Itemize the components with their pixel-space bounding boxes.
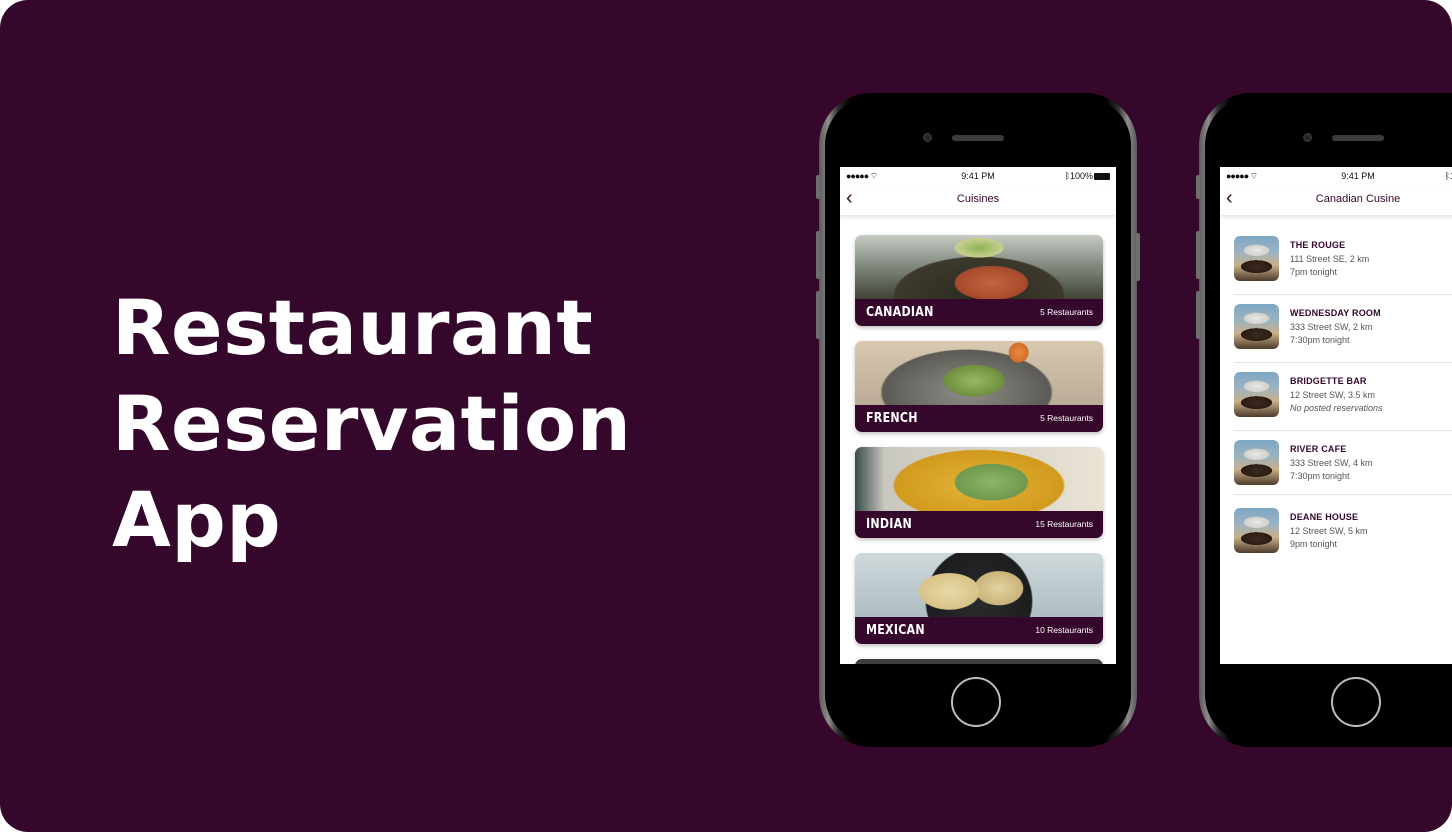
restaurant-address: 12 Street SW, 5 km <box>1290 526 1368 536</box>
home-button[interactable] <box>951 677 1001 727</box>
reservation-time: 7:30pm tonight <box>1290 335 1350 345</box>
list-divider <box>1234 294 1452 295</box>
status-bar: ●●●●● ⌔ 9:41 PM ᛒ100% <box>1220 167 1452 185</box>
restaurant-thumbnail <box>1234 508 1279 553</box>
cuisine-card-bar: INDIAN 15 Restaurants <box>855 511 1103 538</box>
cuisine-photo <box>855 553 1103 617</box>
restaurant-count: 15 Restaurants <box>1035 519 1093 529</box>
list-divider <box>1234 494 1452 495</box>
restaurant-thumbnail <box>1234 372 1279 417</box>
camera-icon <box>923 133 932 142</box>
reservation-time: 7:30pm tonight <box>1290 471 1350 481</box>
power-button <box>1136 233 1140 281</box>
cuisine-name: FRENCH <box>866 411 918 426</box>
restaurant-count: 10 Restaurants <box>1035 625 1093 635</box>
cuisine-card-bar: CANADIAN 5 Restaurants <box>855 299 1103 326</box>
reservation-time: 7pm tonight <box>1290 267 1338 277</box>
restaurant-address: 333 Street SW, 4 km <box>1290 458 1373 468</box>
restaurant-count: 5 Restaurants <box>1040 307 1093 317</box>
speaker-grille <box>952 135 1004 141</box>
cuisine-photo <box>855 659 1103 664</box>
restaurant-list-item[interactable]: BRIDGETTE BAR 12 Street SW, 3.5 km No po… <box>1234 372 1452 436</box>
volume-down-button <box>816 291 820 339</box>
list-divider <box>1234 362 1452 363</box>
status-time: 9:41 PM <box>1341 171 1375 181</box>
cuisine-photo <box>855 341 1103 405</box>
nav-bar: ‹ Canadian Cusine <box>1220 185 1452 215</box>
phone-body: ●●●●● ⌔ 9:41 PM ᛒ100% ‹ Cuisines CANADIA… <box>825 97 1131 743</box>
volume-down-button <box>1196 291 1200 339</box>
phone-restaurants: ●●●●● ⌔ 9:41 PM ᛒ100% ‹ Canadian Cusine … <box>1196 93 1452 747</box>
cuisine-card-next[interactable] <box>855 659 1103 664</box>
mute-switch <box>816 175 820 199</box>
list-divider <box>1234 430 1452 431</box>
cuisine-photo <box>855 235 1103 299</box>
promo-canvas: Restaurant Reservation App ●●●●● ⌔ 9:41 … <box>0 0 1452 832</box>
cuisine-card-bar: MEXICAN 10 Restaurants <box>855 617 1103 644</box>
restaurant-name: BRIDGETTE BAR <box>1290 376 1367 386</box>
restaurant-name: THE ROUGE <box>1290 240 1346 250</box>
volume-up-button <box>816 231 820 279</box>
nav-bar: ‹ Cuisines <box>840 185 1116 215</box>
status-right: ᛒ100% <box>1445 171 1452 181</box>
cuisine-card-indian[interactable]: INDIAN 15 Restaurants <box>855 447 1103 538</box>
cuisine-name: MEXICAN <box>866 623 925 638</box>
cuisine-name: CANADIAN <box>866 305 934 320</box>
restaurant-thumbnail <box>1234 440 1279 485</box>
phone-cuisines: ●●●●● ⌔ 9:41 PM ᛒ100% ‹ Cuisines CANADIA… <box>816 93 1140 747</box>
status-bar: ●●●●● ⌔ 9:41 PM ᛒ100% <box>840 167 1116 185</box>
restaurant-name: DEANE HOUSE <box>1290 512 1359 522</box>
restaurants-screen: ●●●●● ⌔ 9:41 PM ᛒ100% ‹ Canadian Cusine … <box>1220 167 1452 664</box>
reservation-time: No posted reservations <box>1290 403 1383 413</box>
page-title: Cuisines <box>956 193 1000 205</box>
hero-title-line-2: Reservation <box>112 379 632 468</box>
cuisine-card-bar: FRENCH 5 Restaurants <box>855 405 1103 432</box>
battery-percent: 100% <box>1069 171 1093 181</box>
restaurant-list-item[interactable]: WEDNESDAY ROOM 333 Street SW, 2 km 7:30p… <box>1234 304 1452 368</box>
hero-title: Restaurant Reservation App <box>112 280 672 568</box>
restaurant-address: 12 Street SW, 3.5 km <box>1290 390 1376 400</box>
cuisine-card-french[interactable]: FRENCH 5 Restaurants <box>855 341 1103 432</box>
restaurant-thumbnail <box>1234 304 1279 349</box>
cuisines-screen: ●●●●● ⌔ 9:41 PM ᛒ100% ‹ Cuisines CANADIA… <box>840 167 1116 664</box>
restaurant-count: 5 Restaurants <box>1040 413 1093 423</box>
cuisine-card-canadian[interactable]: CANADIAN 5 Restaurants <box>855 235 1103 326</box>
status-right: ᛒ100% <box>1065 171 1110 181</box>
restaurant-address: 111 Street SE, 2 km <box>1290 254 1370 264</box>
mute-switch <box>1196 175 1200 199</box>
cuisine-photo <box>855 447 1103 511</box>
cuisine-card-mexican[interactable]: MEXICAN 10 Restaurants <box>855 553 1103 644</box>
page-title: Canadian Cusine <box>1315 193 1401 205</box>
restaurant-list-item[interactable]: RIVER CAFE 333 Street SW, 4 km 7:30pm to… <box>1234 440 1452 504</box>
speaker-grille <box>1332 135 1384 141</box>
camera-icon <box>1303 133 1312 142</box>
hero-title-line-3: App <box>112 475 282 564</box>
hero-title-line-1: Restaurant <box>112 283 594 372</box>
restaurant-name: RIVER CAFE <box>1290 444 1347 454</box>
battery-icon <box>1094 173 1110 181</box>
phone-body: ●●●●● ⌔ 9:41 PM ᛒ100% ‹ Canadian Cusine … <box>1205 97 1452 743</box>
home-button[interactable] <box>1331 677 1381 727</box>
restaurant-name: WEDNESDAY ROOM <box>1290 308 1381 318</box>
restaurant-address: 333 Street SW, 2 km <box>1290 322 1373 332</box>
reservation-time: 9pm tonight <box>1290 539 1338 549</box>
cuisine-name: INDIAN <box>866 517 912 532</box>
volume-up-button <box>1196 231 1200 279</box>
restaurant-list-item[interactable]: DEANE HOUSE 12 Street SW, 5 km 9pm tonig… <box>1234 508 1452 572</box>
restaurant-list-item[interactable]: THE ROUGE 111 Street SE, 2 km 7pm tonigh… <box>1234 236 1452 300</box>
restaurant-thumbnail <box>1234 236 1279 281</box>
